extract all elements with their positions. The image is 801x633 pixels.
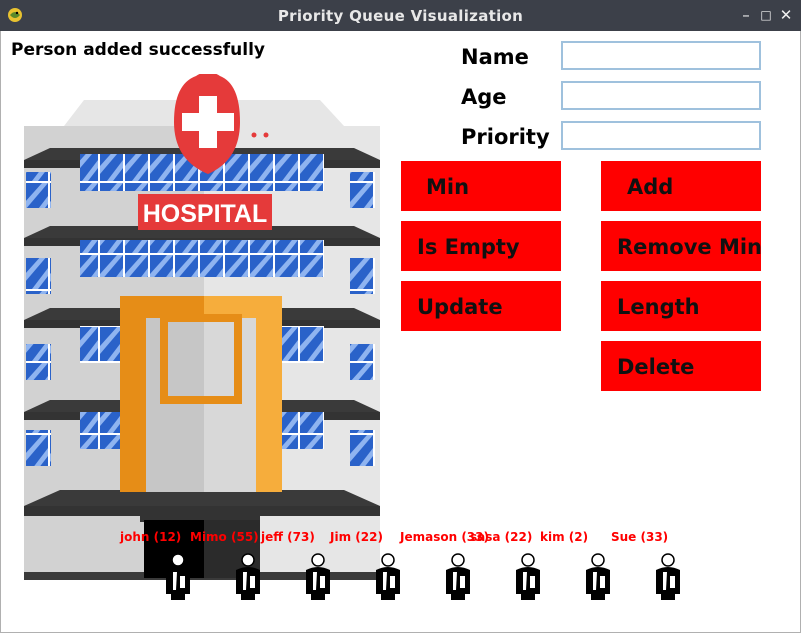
queue-person-label: Jim (22) bbox=[330, 530, 383, 544]
close-button[interactable]: ✕ bbox=[776, 5, 796, 25]
name-label: Name bbox=[461, 45, 529, 69]
queue-person-label: sasa (22) bbox=[470, 530, 533, 544]
person-icon bbox=[306, 553, 330, 600]
priority-field[interactable] bbox=[561, 121, 761, 150]
status-message: Person added successfully bbox=[11, 40, 265, 60]
minimize-button[interactable]: – bbox=[736, 5, 756, 25]
name-field[interactable] bbox=[561, 41, 761, 70]
min-button[interactable]: Min bbox=[401, 161, 561, 211]
delete-button[interactable]: Delete bbox=[601, 341, 761, 391]
queue-person-label: jeff (73) bbox=[261, 530, 315, 544]
person-icon bbox=[166, 553, 190, 600]
person-icon bbox=[516, 553, 540, 600]
is-empty-button[interactable]: Is Empty bbox=[401, 221, 561, 271]
add-button[interactable]: Add bbox=[601, 161, 761, 211]
queue-person-label: john (12) bbox=[120, 530, 182, 544]
remove-min-button[interactable]: Remove Min bbox=[601, 221, 761, 271]
person-icon bbox=[656, 553, 680, 600]
age-field[interactable] bbox=[561, 81, 761, 110]
update-button[interactable]: Update bbox=[401, 281, 561, 331]
window-title: Priority Queue Visualization bbox=[277, 7, 524, 25]
person-icon bbox=[446, 553, 470, 600]
svg-text:HOSPITAL: HOSPITAL bbox=[143, 200, 268, 228]
maximize-button[interactable]: □ bbox=[756, 5, 776, 25]
age-label: Age bbox=[461, 85, 507, 109]
person-icon bbox=[376, 553, 400, 600]
title-bar[interactable]: Priority Queue Visualization – □ ✕ bbox=[0, 0, 801, 32]
person-icon bbox=[586, 553, 610, 600]
queue-person-label: Sue (33) bbox=[611, 530, 669, 544]
priority-label: Priority bbox=[461, 125, 550, 149]
hospital-building-icon: HOSPITAL bbox=[24, 74, 380, 580]
length-button[interactable]: Length bbox=[601, 281, 761, 331]
queue-person-label: Mimo (55) bbox=[190, 530, 259, 544]
queue-person-label: kim (2) bbox=[540, 530, 589, 544]
person-icon bbox=[236, 553, 260, 600]
